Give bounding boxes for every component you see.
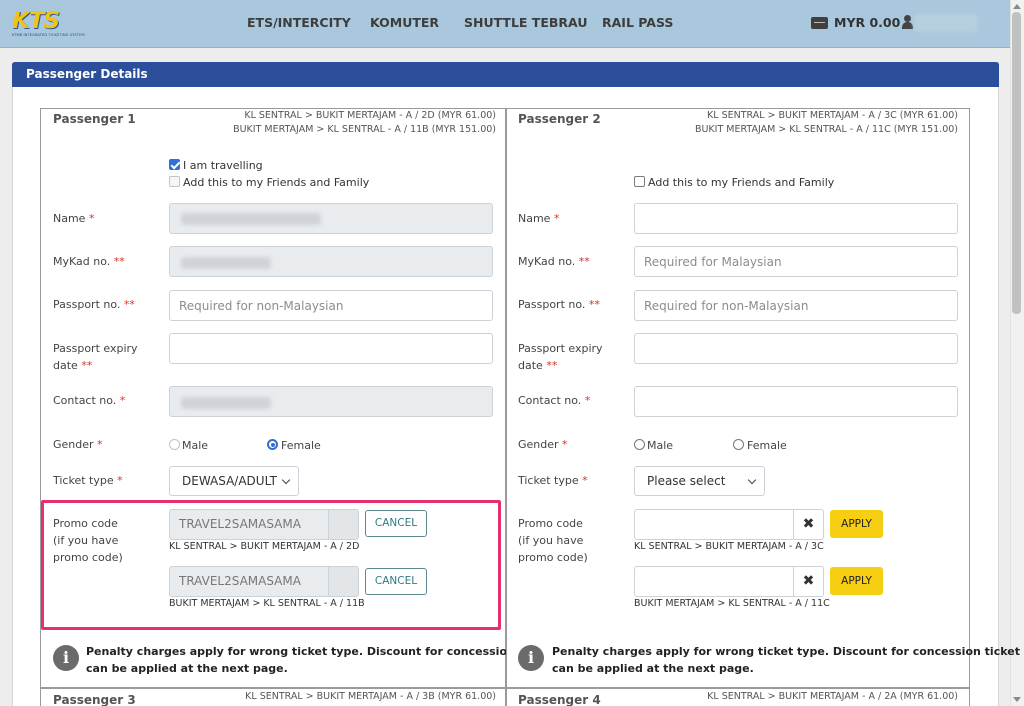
passenger-2-route-outbound: KL SENTRAL > BUKIT MERTAJAM - A / 3C (MY…: [707, 110, 958, 121]
nav-ets-intercity[interactable]: ETS/INTERCITY: [247, 15, 351, 30]
p2-name-label: Name *: [518, 212, 560, 225]
p1-passport-input[interactable]: [169, 290, 493, 321]
passenger-3-title: Passenger 3: [53, 693, 136, 706]
p1-ticket-type-label: Ticket type *: [53, 474, 123, 487]
p1-info-text: Penalty charges apply for wrong ticket t…: [86, 645, 554, 675]
info-icon: i: [53, 645, 79, 671]
p1-promo-code-2-addon: [329, 566, 359, 597]
p2-passport-input[interactable]: [634, 290, 958, 321]
p2-passport-expiry-input[interactable]: [634, 333, 958, 364]
p2-passport-label: Passport no. **: [518, 298, 600, 311]
user-name-redacted[interactable]: [914, 14, 978, 32]
info-icon: i: [518, 645, 544, 671]
p1-gender-label: Gender *: [53, 438, 103, 451]
p2-gender-male-radio[interactable]: [634, 439, 645, 450]
p1-ticket-type-select[interactable]: DEWASA/ADULT: [169, 466, 299, 496]
scroll-down-arrow-icon[interactable]: [1013, 697, 1021, 702]
p2-ticket-type-label: Ticket type *: [518, 474, 588, 487]
p1-add-friends-checkbox[interactable]: [169, 176, 180, 187]
p1-promo-2-route-note: BUKIT MERTAJAM > KL SENTRAL - A / 11B: [169, 598, 365, 609]
p1-promo-code-2-field[interactable]: TRAVEL2SAMASAMA: [169, 566, 329, 597]
p1-mykad-label: MyKad no. **: [53, 255, 125, 268]
p2-gender-female-radio[interactable]: [733, 439, 744, 450]
passenger-4-route-outbound: KL SENTRAL > BUKIT MERTAJAM - A / 2A (MY…: [707, 691, 958, 702]
nav-shuttle-tebrau[interactable]: SHUTTLE TEBRAU: [464, 15, 587, 30]
p1-passport-label: Passport no. **: [53, 298, 135, 311]
p1-gender-female-radio[interactable]: [267, 439, 278, 450]
p2-gender-label: Gender *: [518, 438, 568, 451]
p2-name-input[interactable]: [634, 203, 958, 234]
p1-promo-1-route-note: KL SENTRAL > BUKIT MERTAJAM - A / 2D: [169, 541, 360, 552]
p1-promo-2-cancel-button[interactable]: CANCEL: [365, 568, 427, 595]
user-icon[interactable]: [902, 15, 913, 30]
wallet-balance[interactable]: MYR 0.00: [834, 15, 900, 30]
p2-promo-2-clear-icon[interactable]: ✖: [794, 566, 824, 597]
scroll-up-arrow-icon[interactable]: [1013, 4, 1021, 9]
p1-promo-code-1-addon: [329, 509, 359, 540]
p1-gender-female-label: Female: [281, 439, 321, 452]
p1-name-redacted: [181, 213, 321, 225]
p2-add-friends-checkbox[interactable]: [634, 176, 645, 187]
passenger-3-route-outbound: KL SENTRAL > BUKIT MERTAJAM - A / 3B (MY…: [245, 691, 496, 702]
chevron-down-icon: [747, 475, 757, 485]
p2-contact-label: Contact no. *: [518, 394, 591, 407]
kts-logo[interactable]: KTS KTMB INTEGRATED TICKETING SYSTEM: [12, 8, 94, 38]
passenger-2-route-return: BUKIT MERTAJAM > KL SENTRAL - A / 11C (M…: [694, 124, 958, 135]
p1-passport-expiry-input[interactable]: [169, 333, 493, 364]
nav-komuter[interactable]: KOMUTER: [370, 15, 439, 30]
p1-contact-redacted: [181, 397, 271, 409]
i-am-travelling-checkbox[interactable]: [169, 159, 180, 170]
top-navbar: KTS KTMB INTEGRATED TICKETING SYSTEM ETS…: [0, 0, 1010, 48]
passenger-1-route-return: BUKIT MERTAJAM > KL SENTRAL - A / 11B (M…: [233, 124, 496, 135]
logo-text: KTS: [12, 8, 60, 34]
p2-add-friends-label: Add this to my Friends and Family: [648, 176, 835, 189]
p2-promo-1-apply-button[interactable]: APPLY: [830, 510, 883, 538]
passenger-4-title: Passenger 4: [518, 693, 601, 706]
p2-passport-expiry-label: Passport expiry date **: [518, 342, 603, 372]
p2-promo-code-2-input[interactable]: [634, 566, 794, 597]
card-header: [12, 62, 999, 87]
i-am-travelling-label: I am travelling: [183, 159, 263, 172]
page-title: Passenger Details: [26, 67, 148, 81]
p2-contact-input[interactable]: [634, 386, 958, 417]
passenger-2-title: Passenger 2: [518, 112, 601, 126]
wallet-icon[interactable]: [811, 17, 828, 29]
p2-ticket-type-select[interactable]: Please select: [634, 466, 765, 496]
p1-add-friends-label: Add this to my Friends and Family: [183, 176, 370, 189]
chevron-down-icon: [281, 475, 291, 485]
p1-contact-label: Contact no. *: [53, 394, 126, 407]
p2-info-text: Penalty charges apply for wrong ticket t…: [552, 645, 1020, 675]
nav-rail-pass[interactable]: RAIL PASS: [602, 15, 673, 30]
p2-promo-2-route-note: BUKIT MERTAJAM > KL SENTRAL - A / 11C: [634, 598, 830, 609]
p1-promo-label: Promo code (if you have promo code): [53, 517, 123, 564]
passenger-1-route-outbound: KL SENTRAL > BUKIT MERTAJAM - A / 2D (MY…: [244, 110, 496, 121]
p1-promo-1-cancel-button[interactable]: CANCEL: [365, 510, 427, 537]
p2-promo-code-1-input[interactable]: [634, 509, 794, 540]
p2-mykad-label: MyKad no. **: [518, 255, 590, 268]
p1-promo-code-1-field[interactable]: TRAVEL2SAMASAMA: [169, 509, 329, 540]
p1-gender-male-radio[interactable]: [169, 439, 180, 450]
p2-promo-label: Promo code (if you have promo code): [518, 517, 588, 564]
p2-mykad-input[interactable]: [634, 246, 958, 277]
p2-gender-male-label: Male: [647, 439, 674, 452]
p2-promo-2-apply-button[interactable]: APPLY: [830, 567, 883, 595]
p2-gender-female-label: Female: [747, 439, 787, 452]
p2-promo-1-clear-icon[interactable]: ✖: [794, 509, 824, 540]
logo-tagline: KTMB INTEGRATED TICKETING SYSTEM: [12, 33, 85, 37]
p2-promo-1-route-note: KL SENTRAL > BUKIT MERTAJAM - A / 3C: [634, 541, 824, 552]
passenger-1-title: Passenger 1: [53, 112, 136, 126]
p1-gender-male-label: Male: [182, 439, 209, 452]
p1-passport-expiry-label: Passport expiry date **: [53, 342, 138, 372]
p1-name-label: Name *: [53, 212, 95, 225]
scrollbar-thumb[interactable]: [1012, 12, 1021, 314]
p1-mykad-redacted: [181, 257, 271, 269]
